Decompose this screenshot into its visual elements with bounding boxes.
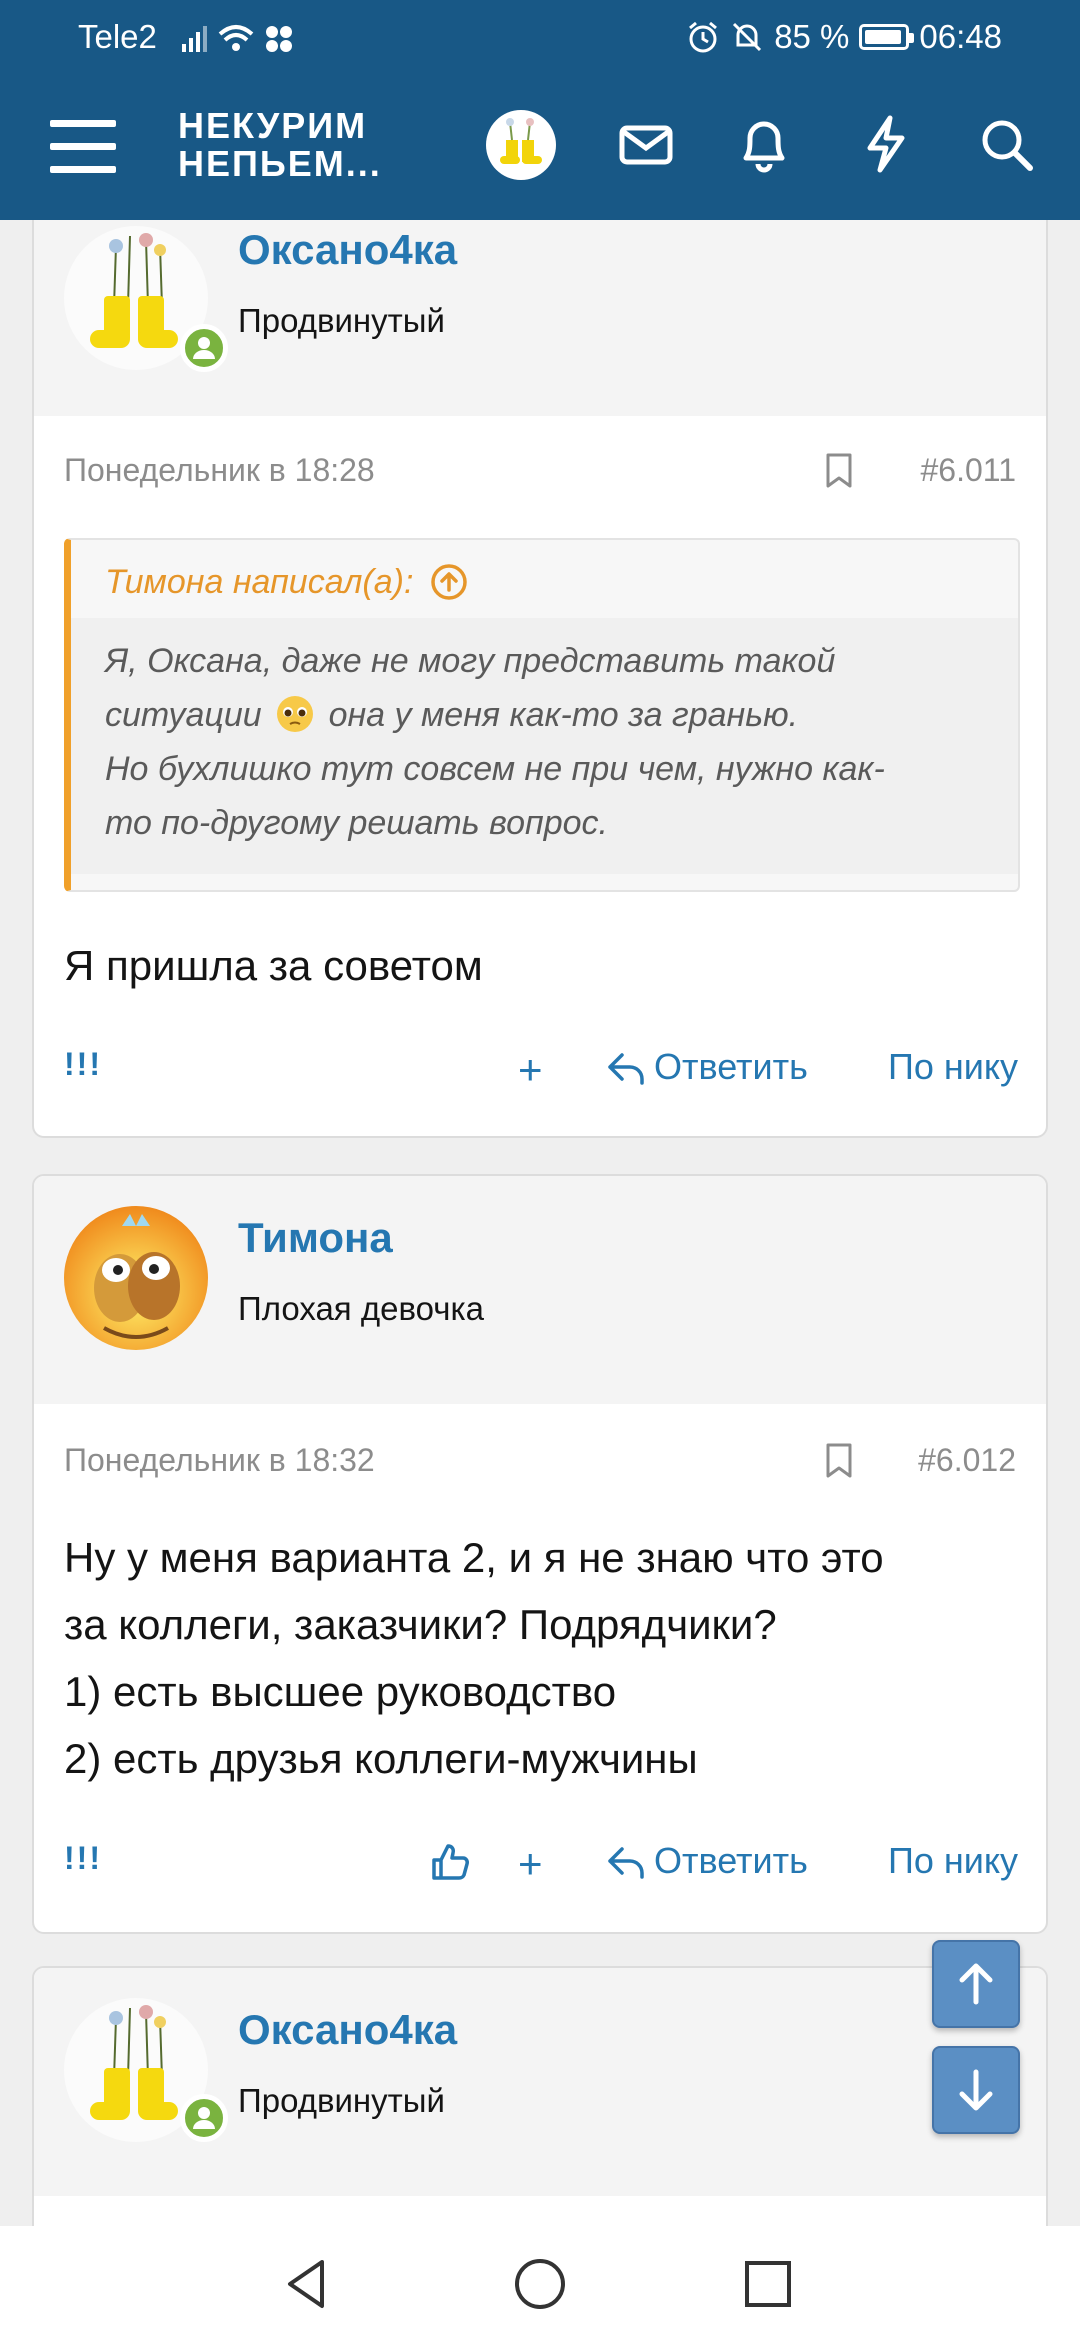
arrow-up-circle-icon[interactable] [429,562,469,602]
post-card: Тимона Плохая девочка Понедельник в 18:3… [32,1174,1048,1934]
clock: 06:48 [919,18,1002,55]
react-excl-button[interactable]: !!! [64,1046,102,1083]
online-status-icon [180,324,228,372]
scroll-down-button[interactable] [932,2046,1020,2134]
bell-icon[interactable] [732,112,796,176]
app-header: Tele2 85 % 06:48 НЕКУРИМ НЕПЬЕМ... [0,0,1080,220]
mute-bell-icon [733,22,762,52]
scroll-up-button[interactable] [932,1940,1020,2028]
arrow-up-icon [959,1963,993,2005]
site-logo[interactable]: НЕКУРИМ НЕПЬЕМ... [178,107,382,183]
react-excl-button[interactable]: !!! [64,1840,102,1877]
alarm-icon [689,21,718,53]
account-avatar[interactable] [486,110,556,180]
post-actions: !!! + Ответить По нику [34,1840,1046,1900]
username[interactable]: Тимона [238,1214,393,1262]
add-reaction-button[interactable]: + [518,1840,543,1888]
menu-icon[interactable] [50,120,116,173]
user-title: Продвинутый [238,2082,445,2119]
post-number[interactable]: #6.011 [921,452,1017,489]
back-icon[interactable] [276,2252,340,2316]
search-icon[interactable] [974,112,1038,176]
like-button[interactable] [428,1840,472,1884]
quote-block: Тимона написал(а): Я, Оксана, даже не мо… [64,538,1020,892]
system-nav-bar [0,2226,1080,2340]
avatar[interactable] [64,1206,208,1350]
reply-button[interactable]: Ответить [604,1840,808,1882]
post-date[interactable]: Понедельник в 18:32 [64,1442,375,1479]
arrow-down-icon [959,2069,993,2111]
signal-wifi-icons [180,20,310,62]
bookmark-icon[interactable] [824,1442,854,1480]
post-date[interactable]: Понедельник в 18:28 [64,452,375,489]
bookmark-icon[interactable] [824,452,854,490]
home-icon[interactable] [508,2252,572,2316]
thumbs-up-icon [432,1844,469,1880]
quote-author: Тимона написал(а): [105,562,414,601]
battery-icon [859,24,915,50]
post-card: Оксано4ка Продвинутый [32,1966,1048,2266]
post-number[interactable]: #6.012 [918,1442,1016,1479]
status-right: 85 % 06:48 [686,18,1002,56]
reply-icon [608,1053,644,1085]
post-user-band: Оксано4ка Продвинутый [34,1968,1046,2196]
recents-icon[interactable] [736,2252,800,2316]
quote-text: Я, Оксана, даже не могу представить тако… [71,618,1018,874]
username[interactable]: Оксано4ка [238,2006,457,2054]
mail-icon[interactable] [614,112,678,176]
post-message: Я пришла за советом [64,942,483,989]
quote-header[interactable]: Тимона написал(а): [71,540,1018,618]
user-title: Продвинутый [238,302,445,339]
username[interactable]: Оксано4ка [238,226,457,274]
battery-percent: 85 % [774,18,850,55]
post-user-band: Тимона Плохая девочка [34,1176,1046,1404]
post-actions: !!! + Ответить По нику [34,1046,1046,1106]
mention-by-nick-button[interactable]: По нику [888,1840,1018,1882]
lightning-icon[interactable] [854,112,918,176]
status-bar: Tele2 85 % 06:48 [0,0,1080,72]
reply-icon [608,1847,644,1879]
online-status-icon [180,2094,228,2142]
mention-by-nick-button[interactable]: По нику [888,1046,1018,1088]
post-card: Оксано4ка Продвинутый Понедельник в 18:2… [32,150,1048,1138]
reply-button[interactable]: Ответить [604,1046,808,1088]
user-title: Плохая девочка [238,1290,484,1327]
add-reaction-button[interactable]: + [518,1046,543,1094]
carrier-label: Tele2 [78,18,157,55]
pleading-face-emoji-icon [277,696,314,732]
post-message: Ну у меня варианта 2, и я не знаю что эт… [64,1534,884,1782]
